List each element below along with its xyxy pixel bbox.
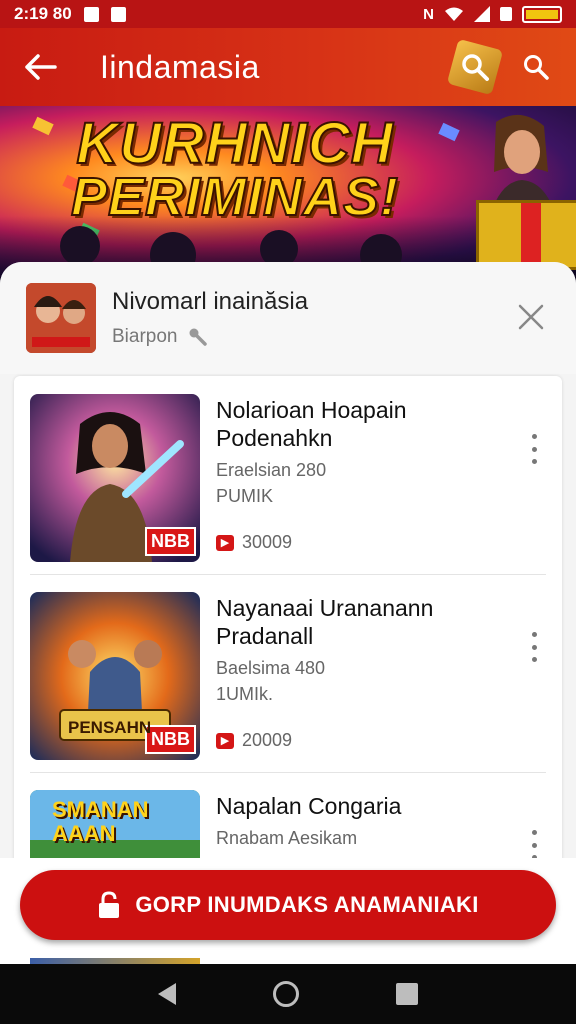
arrow-left-icon bbox=[25, 54, 57, 80]
action-area: GORP INUMDAKS ANAMANIAKI bbox=[0, 858, 576, 964]
thumbnail-badge: NBB bbox=[145, 725, 196, 754]
more-options-button[interactable] bbox=[524, 830, 544, 860]
avatar-image bbox=[26, 283, 96, 353]
search-icon bbox=[462, 54, 489, 81]
more-options-button[interactable] bbox=[524, 434, 544, 464]
sheet-header: Nivomarl inainăsia Biarpon bbox=[0, 262, 576, 374]
mute-icon bbox=[500, 7, 512, 21]
game-meta: 1UMIk. bbox=[216, 684, 274, 704]
game-meta: PUMIK bbox=[216, 486, 274, 506]
nav-recent-icon[interactable] bbox=[395, 983, 418, 1005]
thumbnail-caption: PENSAHN bbox=[68, 718, 152, 737]
wifi-icon bbox=[445, 7, 463, 21]
sheet-subtitle: Biarpon bbox=[112, 326, 178, 347]
system-nav-bar bbox=[0, 964, 576, 1024]
notification-icon bbox=[110, 6, 126, 22]
game-thumbnail: NBB bbox=[30, 394, 200, 562]
search-alt-button[interactable] bbox=[516, 47, 556, 87]
close-icon bbox=[518, 304, 544, 330]
game-title: Nolarioan Hoapain Podenahkn bbox=[216, 397, 407, 451]
gift-box-image bbox=[476, 200, 576, 270]
price-tag-icon: ▶ bbox=[216, 732, 234, 749]
game-thumbnail: NBB PENSAHN bbox=[30, 592, 200, 760]
game-meta: Rnabam Aesikam bbox=[216, 828, 358, 848]
nav-home-icon[interactable] bbox=[272, 981, 299, 1007]
game-title: Napalan Congaria bbox=[216, 793, 402, 819]
close-button[interactable] bbox=[514, 300, 548, 334]
thumbnail-caption: SMANAN AAAN bbox=[52, 797, 149, 846]
page-title: Iindamasia bbox=[100, 48, 260, 85]
nfc-icon: N bbox=[423, 5, 434, 23]
status-bar: 2:19 80 N bbox=[0, 0, 576, 28]
primary-action-button[interactable]: GORP INUMDAKS ANAMANIAKI bbox=[20, 870, 556, 940]
wrench-icon bbox=[189, 328, 207, 346]
price-tag-icon: ▶ bbox=[216, 534, 234, 551]
more-options-button[interactable] bbox=[524, 632, 544, 662]
game-meta: Eraelsian 280 bbox=[216, 460, 327, 480]
list-item[interactable]: NBB PENSAHN Nayanaai Urananann Pradanall… bbox=[14, 574, 562, 770]
search-icon bbox=[524, 55, 549, 80]
thumbnail-badge: NBB bbox=[145, 527, 196, 556]
sheet-title: Nivomarl inainăsia bbox=[112, 288, 309, 315]
bottom-sheet: Nivomarl inainăsia Biarpon NBB Nolarioan… bbox=[0, 262, 576, 962]
sheet-avatar bbox=[26, 283, 96, 353]
game-price: 20009 bbox=[242, 730, 293, 750]
notification-icon bbox=[83, 6, 99, 22]
screen: 2:19 80 N Iindamasia KURHNICH PERIMINAS!… bbox=[0, 0, 576, 1024]
app-bar: Iindamasia bbox=[0, 28, 576, 106]
battery-icon bbox=[522, 5, 562, 23]
game-price: 30009 bbox=[242, 532, 293, 552]
game-meta: Baelsima 480 bbox=[216, 658, 326, 678]
list-item[interactable]: NBB Nolarioan Hoapain Podenahkn Eraelsia… bbox=[14, 376, 562, 572]
signal-icon bbox=[474, 6, 490, 22]
nav-back-icon[interactable] bbox=[158, 983, 177, 1005]
crowd-silhouette bbox=[60, 226, 100, 266]
lock-icon bbox=[99, 891, 120, 918]
search-button[interactable] bbox=[446, 38, 504, 96]
game-title: Nayanaai Urananann Pradanall bbox=[216, 595, 434, 649]
primary-action-label: GORP INUMDAKS ANAMANIAKI bbox=[135, 892, 479, 917]
back-button[interactable] bbox=[0, 28, 80, 106]
status-time: 2:19 80 bbox=[14, 4, 72, 23]
promo-banner[interactable]: KURHNICH PERIMINAS! bbox=[0, 106, 576, 286]
